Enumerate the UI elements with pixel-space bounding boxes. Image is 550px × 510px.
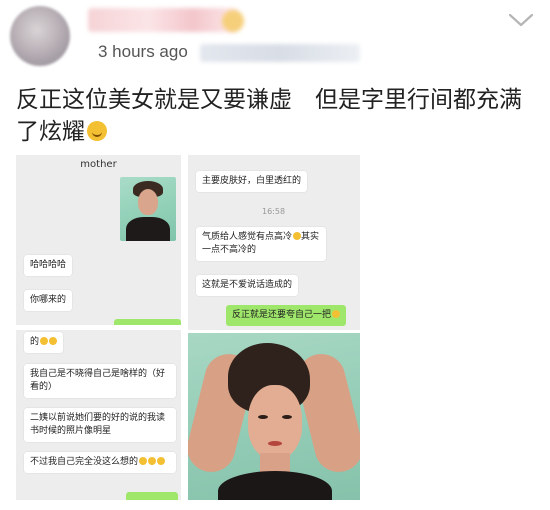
post-header: 3 hours ago (0, 0, 550, 75)
emoji-icon (49, 337, 58, 345)
emoji-icon (148, 457, 157, 465)
chat-message: 二姨以前说她们要的好的说的我读书时候的照片像明星 (24, 408, 176, 442)
chat-title: mother (80, 159, 117, 170)
chat-screenshot-3[interactable]: 的 我自己是不晓得自己是啥样的（好看的） 二姨以前说她们要的好的说的我读书时候的… (16, 330, 181, 500)
post-text: 反正这位美女就是又要谦虚 但是字里行间都充满了炫耀 (16, 84, 536, 148)
chevron-down-icon[interactable] (508, 12, 534, 28)
post-timestamp: 3 hours ago (98, 42, 188, 61)
photo-dress (218, 471, 332, 500)
photo-lips (268, 441, 282, 446)
emoji-icon (332, 310, 341, 318)
chat-time: 16:58 (262, 207, 286, 216)
chat-message-outgoing (126, 492, 178, 500)
chat-message-part: 的 (30, 337, 40, 347)
chat-message: 你哪来的 (24, 290, 73, 311)
chat-message: 我自己是不晓得自己是啥样的（好看的） (24, 364, 176, 398)
chat-message: 这就是不爱说话造成的 (196, 275, 299, 296)
photo-eye (258, 415, 268, 419)
emoji-icon (293, 232, 302, 240)
photo-eye (282, 415, 292, 419)
post-source-blurred (200, 44, 360, 62)
chat-message-part: 不过我自己完全没这么想的 (30, 457, 139, 467)
avatar[interactable] (10, 6, 70, 66)
chat-message: 的 (24, 332, 64, 353)
chat-message-outgoing: 反正就是还要夸自己一把 (226, 305, 347, 326)
chat-screenshot-2[interactable]: 主要皮肤好，白里透红的 16:58 气质给人感觉有点高冷 其实一点不高冷的 这就是… (188, 155, 360, 330)
chat-message-part: 反正就是还要夸自己一把 (232, 310, 332, 320)
upside-down-face-emoji-icon (87, 121, 107, 141)
username-blurred[interactable] (88, 8, 238, 32)
chat-message-outgoing (114, 319, 181, 325)
chat-message: 不过我自己完全没这么想的 (24, 452, 176, 473)
chat-message-multi: 气质给人感觉有点高冷 其实一点不高冷的 (196, 227, 326, 261)
badge-icon (222, 10, 244, 32)
emoji-icon (40, 337, 49, 345)
photo-face (248, 385, 302, 459)
chat-photo (120, 177, 176, 241)
chat-message: 哈哈哈哈 (24, 255, 73, 276)
chat-message: 主要皮肤好，白里透红的 (196, 171, 308, 192)
portrait-photo[interactable] (188, 333, 360, 500)
emoji-icon (139, 457, 148, 465)
emoji-icon (157, 457, 166, 465)
chat-screenshot-1[interactable]: mother 哈哈哈哈 你哪来的 (16, 155, 181, 325)
chat-message-part: 气质给人感觉有点高冷 (202, 232, 293, 242)
